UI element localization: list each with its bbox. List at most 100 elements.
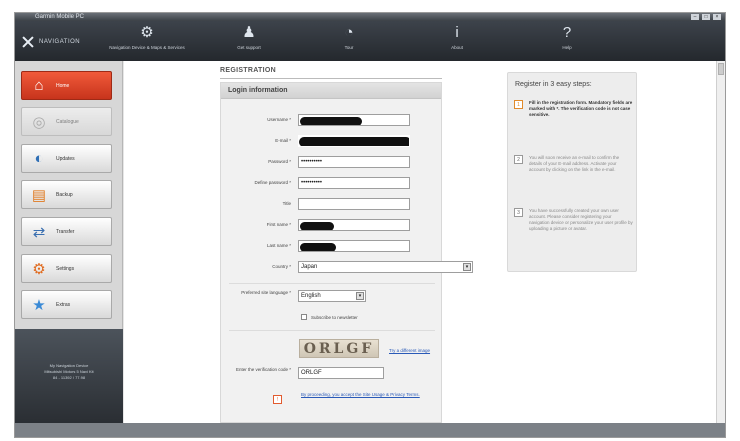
toolbar-label: Help: [562, 45, 572, 50]
steps-panel: Register in 3 easy steps: 1 Fill in the …: [507, 72, 637, 272]
help-icon: ?: [562, 24, 572, 41]
top-toolbar: NAVIGATION ⚙ Navigation Device & Maps & …: [15, 21, 725, 61]
step-1: 1 Fill in the registration form. Mandato…: [514, 100, 632, 140]
confirm-password-field[interactable]: ••••••••••: [298, 177, 410, 189]
toolbar-item-tour[interactable]: ◔ Tour: [309, 24, 389, 50]
transfer-icon: ⇄: [32, 223, 46, 241]
page-title: REGISTRATION: [220, 67, 276, 74]
first-name-field[interactable]: [298, 219, 410, 231]
section-divider: [229, 283, 435, 284]
sidebar-item-label: Settings: [56, 265, 75, 272]
step-text: Fill in the registration form. Mandatory…: [529, 100, 633, 117]
section-divider: [229, 330, 435, 331]
step-2: 2 You will soon receive an e-mail to con…: [514, 155, 632, 195]
sidebar-item-catalogue[interactable]: ◎ Catalogue: [21, 107, 112, 136]
country-value: Japan: [301, 264, 318, 270]
newsletter-checkbox[interactable]: [301, 314, 307, 320]
window-controls: – □ ×: [691, 14, 721, 20]
globe-icon: ◐: [34, 150, 44, 167]
sidebar-item-backup[interactable]: ▤ Backup: [21, 180, 112, 209]
logo-text: NAVIGATION: [39, 39, 81, 45]
email-field[interactable]: [298, 135, 410, 147]
sidebar-item-transfer[interactable]: ⇄ Transfer: [21, 217, 112, 246]
verification-label: Enter the verification code *: [235, 367, 291, 372]
sidebar-item-home[interactable]: ⌂ Home: [21, 71, 112, 100]
satellite-icon: ⚙: [140, 24, 154, 41]
minimize-button[interactable]: –: [691, 14, 699, 20]
application-window: Garmin Mobile PC – □ × NAVIGATION ⚙ Navi…: [14, 12, 726, 438]
country-select[interactable]: Japan ▾: [298, 261, 473, 273]
step-text: You have successfully created your own u…: [529, 208, 633, 231]
status-bar: [15, 423, 725, 437]
window-title: Garmin Mobile PC: [35, 14, 85, 20]
sidebar-item-label: Extras: [56, 301, 71, 308]
step-number: 3: [514, 208, 523, 217]
form-row-title: Title: [221, 198, 443, 212]
sidebar: ⌂ Home ◎ Catalogue ◐ Updates ▤ Backup ⇄ …: [15, 61, 123, 423]
toolbar-item-about[interactable]: i About: [417, 24, 497, 50]
info-icon: i: [455, 24, 459, 41]
disc-icon: ◎: [32, 113, 46, 131]
scrollbar-thumb[interactable]: [718, 63, 724, 75]
vertical-scrollbar[interactable]: [716, 61, 725, 423]
email-label: E-mail *: [275, 138, 291, 143]
steps-title: Register in 3 easy steps:: [515, 81, 592, 88]
sidebar-item-label: Transfer: [56, 228, 75, 235]
captcha-image: ORLGF: [299, 339, 379, 358]
last-name-field[interactable]: [298, 240, 410, 252]
form-row-confirm-password: Define password * ••••••••••: [221, 177, 443, 191]
toolbar-item-help[interactable]: ? Help: [527, 24, 607, 50]
title-label: Title: [282, 201, 291, 206]
newsletter-label: Subscribe to newsletter: [311, 314, 358, 320]
verification-code-field[interactable]: ORLGF: [298, 367, 384, 379]
toolbar-label: Get support: [237, 45, 261, 50]
newsletter-row: Subscribe to newsletter: [301, 314, 358, 320]
toolbar-label: Navigation Device & Maps & Services: [109, 45, 185, 50]
form-row-username: Username *: [221, 114, 443, 128]
warning-icon: !: [273, 395, 282, 404]
sidebar-item-updates[interactable]: ◐ Updates: [21, 144, 112, 173]
house-icon: ⌂: [34, 77, 44, 94]
step-number: 2: [514, 155, 523, 164]
sidebar-item-label: Catalogue: [56, 118, 79, 125]
settings-icon: ⚙: [32, 260, 46, 278]
confirm-password-label: Define password *: [254, 180, 291, 185]
sidebar-item-extras[interactable]: ★ Extras: [21, 290, 112, 319]
form-row-verification: Enter the verification code * ORLGF: [221, 367, 443, 381]
form-row-country: Country * Japan ▾: [221, 261, 473, 275]
maximize-button[interactable]: □: [702, 14, 710, 20]
panel-title: Login information: [228, 87, 288, 94]
sidebar-item-label: Backup: [56, 191, 73, 198]
screenshot-frame: Garmin Mobile PC – □ × NAVIGATION ⚙ Navi…: [0, 0, 740, 441]
form-row-last-name: Last name *: [221, 240, 443, 254]
last-name-label: Last name *: [266, 243, 291, 248]
first-name-label: First name *: [266, 222, 291, 227]
chevron-down-icon: ▾: [463, 263, 471, 271]
sidebar-item-settings[interactable]: ⚙ Settings: [21, 254, 112, 283]
language-select[interactable]: English ▾: [298, 290, 366, 302]
registration-form-panel: Login information Username * E-mail * Pa…: [220, 82, 473, 423]
panel-header: Login information: [221, 83, 441, 99]
app-logo: NAVIGATION: [21, 35, 80, 49]
step-text: You will soon receive an e-mail to confi…: [529, 155, 620, 172]
title-field[interactable]: [298, 198, 410, 210]
toolbar-item-get-support[interactable]: ♟ Get support: [209, 24, 289, 50]
redaction-mark: [300, 243, 336, 251]
password-field[interactable]: ••••••••••: [298, 156, 410, 168]
form-row-password: Password * ••••••••••: [221, 156, 443, 170]
redaction-mark: [299, 137, 409, 146]
logo-mark-icon: [21, 35, 35, 49]
username-field[interactable]: [298, 114, 410, 126]
language-label: Preferred site language *: [241, 290, 291, 295]
terms-link[interactable]: By proceeding, you accept the Site Usage…: [301, 392, 431, 398]
user-icon: ♟: [242, 24, 256, 41]
main-content: REGISTRATION Login information Username …: [124, 61, 717, 423]
country-label: Country *: [272, 264, 291, 269]
language-value: English: [301, 293, 321, 299]
username-label: Username *: [267, 117, 291, 122]
toolbar-item-navigation-device[interactable]: ⚙ Navigation Device & Maps & Services: [107, 24, 187, 50]
close-button[interactable]: ×: [713, 14, 721, 20]
chevron-down-icon: ▾: [356, 292, 364, 300]
captcha-refresh-link[interactable]: Try a different image: [389, 348, 430, 353]
redaction-mark: [300, 117, 362, 125]
